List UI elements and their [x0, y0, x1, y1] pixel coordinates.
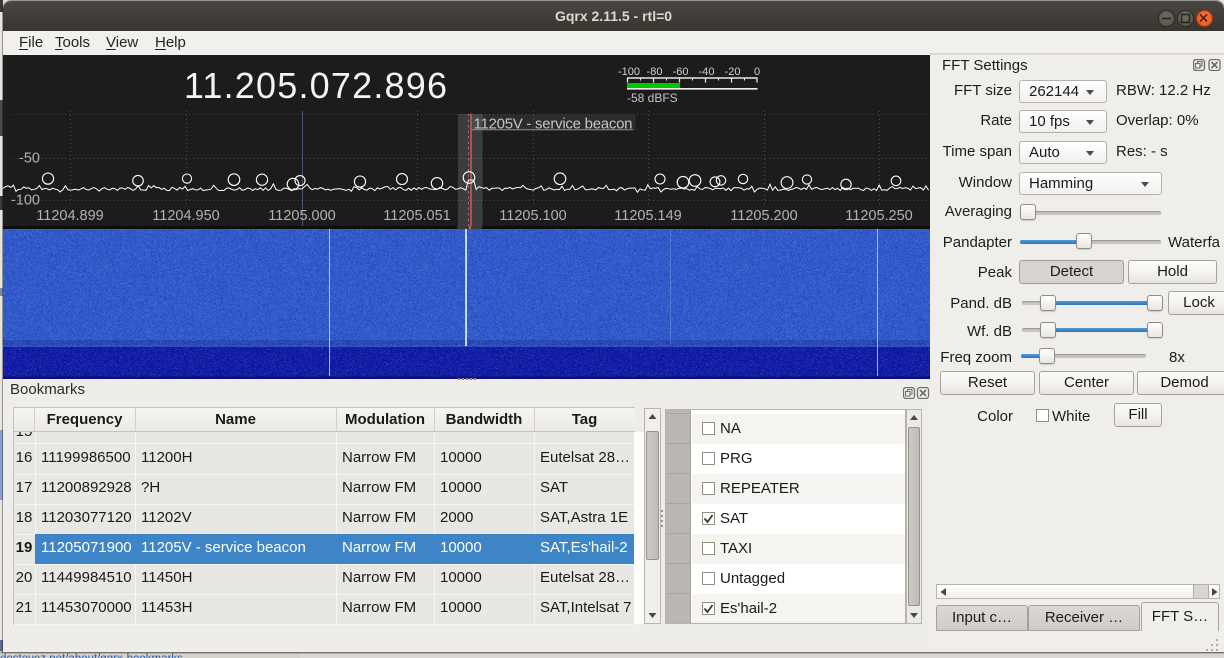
svg-text:0: 0: [754, 66, 760, 78]
svg-text:11205.100: 11205.100: [499, 208, 566, 224]
svg-text:-100: -100: [618, 66, 640, 78]
svg-text:-100: -100: [11, 193, 40, 209]
svg-text:11205.000: 11205.000: [268, 208, 335, 224]
svg-text:11204.950: 11204.950: [152, 208, 219, 224]
svg-text:-80: -80: [647, 66, 663, 78]
svg-text:-58 dBFS: -58 dBFS: [627, 91, 678, 105]
svg-text:-40: -40: [699, 66, 715, 78]
svg-text:11205.200: 11205.200: [730, 208, 797, 224]
svg-text:-50: -50: [19, 151, 40, 167]
svg-text:11205.250: 11205.250: [845, 208, 912, 224]
svg-text:-20: -20: [725, 66, 741, 78]
svg-text:11204.899: 11204.899: [36, 208, 103, 224]
svg-text:11205.051: 11205.051: [383, 208, 450, 224]
svg-text:-60: -60: [673, 66, 689, 78]
svg-text:11205.149: 11205.149: [614, 208, 681, 224]
